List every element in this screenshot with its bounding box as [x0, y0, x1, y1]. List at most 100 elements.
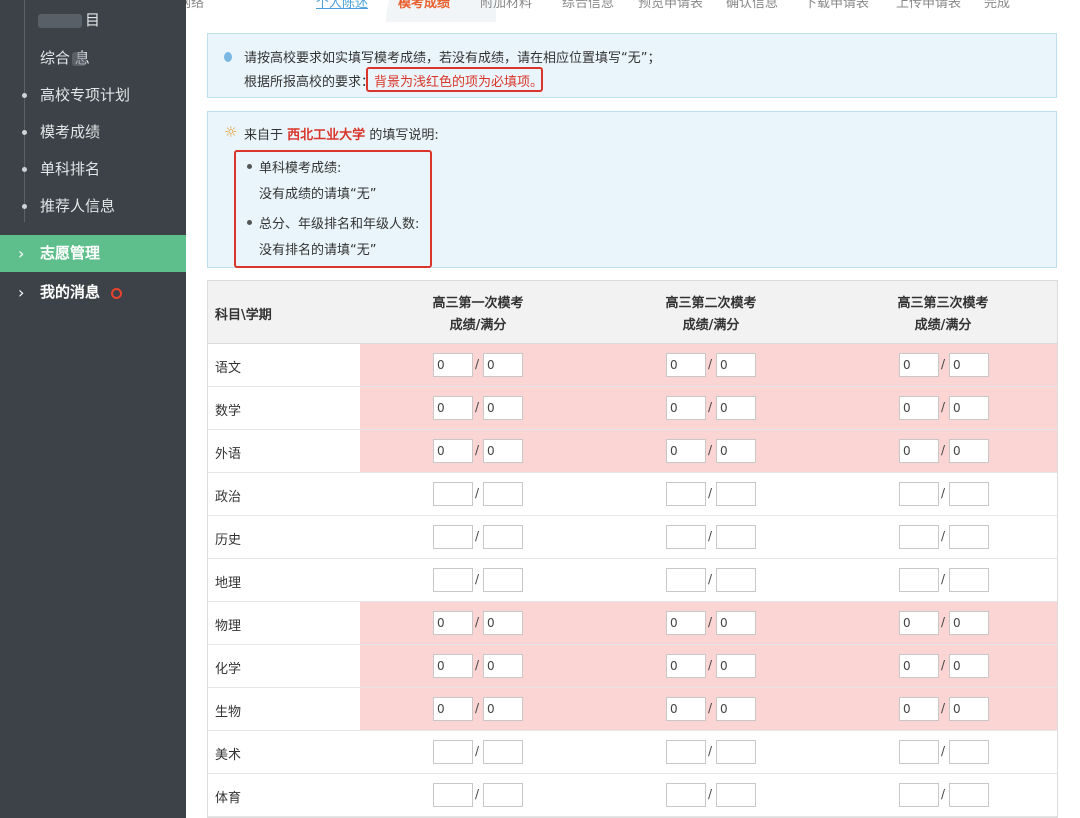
- full-score-input[interactable]: [949, 697, 989, 721]
- score-input[interactable]: [433, 783, 473, 807]
- tab-upload-application[interactable]: 上传申请表: [896, 0, 961, 11]
- score-input[interactable]: [899, 396, 939, 420]
- sidebar-item-referee-info[interactable]: 推荐人信息: [0, 188, 186, 225]
- full-score-input[interactable]: [716, 568, 756, 592]
- blurred-text-mask: [38, 14, 82, 28]
- score-input[interactable]: [666, 697, 706, 721]
- score-input[interactable]: [899, 654, 939, 678]
- score-input[interactable]: [666, 353, 706, 377]
- score-input[interactable]: [666, 482, 706, 506]
- tab-preview-application[interactable]: 预览申请表: [638, 0, 703, 11]
- full-score-input[interactable]: [949, 396, 989, 420]
- score-input[interactable]: [433, 740, 473, 764]
- score-input[interactable]: [433, 439, 473, 463]
- score-input[interactable]: [899, 568, 939, 592]
- annotation-red-box: [234, 150, 432, 268]
- tab-confirm-info[interactable]: 确认信息: [726, 0, 778, 11]
- instructions-header: 来自于 西北工业大学 的填写说明:: [244, 124, 439, 143]
- score-input[interactable]: [899, 353, 939, 377]
- full-score-input[interactable]: [483, 697, 523, 721]
- full-score-input[interactable]: [483, 525, 523, 549]
- tab-comprehensive-info[interactable]: 综合信息: [562, 0, 614, 11]
- score-input[interactable]: [433, 654, 473, 678]
- score-input[interactable]: [433, 611, 473, 635]
- sidebar-item-subject-rank[interactable]: 单科排名: [0, 151, 186, 188]
- full-score-input[interactable]: [716, 740, 756, 764]
- score-input[interactable]: [899, 611, 939, 635]
- full-score-input[interactable]: [949, 654, 989, 678]
- full-score-input[interactable]: [716, 525, 756, 549]
- subject-label: 历史: [215, 533, 242, 548]
- score-input[interactable]: [666, 396, 706, 420]
- full-score-input[interactable]: [949, 353, 989, 377]
- score-input[interactable]: [899, 482, 939, 506]
- full-score-input[interactable]: [716, 697, 756, 721]
- sidebar-sub-item-2[interactable]: 综合 息: [0, 40, 186, 77]
- table-row: 语文 / / /: [208, 344, 1057, 387]
- full-score-input[interactable]: [483, 654, 523, 678]
- score-input[interactable]: [899, 740, 939, 764]
- full-score-input[interactable]: [716, 654, 756, 678]
- full-score-input[interactable]: [716, 353, 756, 377]
- full-score-input[interactable]: [716, 482, 756, 506]
- full-score-input[interactable]: [949, 568, 989, 592]
- sidebar-item-my-messages[interactable]: › 我的消息: [0, 274, 186, 311]
- full-score-input[interactable]: [949, 439, 989, 463]
- full-score-input[interactable]: [483, 568, 523, 592]
- full-score-input[interactable]: [483, 439, 523, 463]
- full-score-input[interactable]: [483, 611, 523, 635]
- full-score-input[interactable]: [716, 396, 756, 420]
- full-score-input[interactable]: [949, 740, 989, 764]
- score-separator: /: [708, 443, 713, 457]
- subject-label: 生物: [215, 705, 242, 720]
- full-score-input[interactable]: [949, 525, 989, 549]
- sidebar-item-mock-scores[interactable]: 模考成绩: [0, 114, 186, 151]
- full-score-input[interactable]: [716, 783, 756, 807]
- score-input[interactable]: [666, 740, 706, 764]
- table-row: 美术 / / /: [208, 731, 1057, 774]
- score-input[interactable]: [433, 568, 473, 592]
- sidebar-item-volunteer-management[interactable]: › 志愿管理: [0, 235, 186, 272]
- full-score-input[interactable]: [949, 783, 989, 807]
- sidebar-sub-item-1[interactable]: 目: [0, 2, 186, 39]
- full-score-input[interactable]: [483, 482, 523, 506]
- score-separator: /: [708, 400, 713, 414]
- tab-mock-scores[interactable]: 模考成绩: [398, 0, 450, 11]
- sidebar-main-label: 志愿管理: [40, 244, 101, 262]
- score-input[interactable]: [899, 439, 939, 463]
- score-input[interactable]: [666, 654, 706, 678]
- annotation-red-box: [366, 67, 543, 92]
- full-score-input[interactable]: [949, 482, 989, 506]
- score-input[interactable]: [666, 783, 706, 807]
- full-score-input[interactable]: [483, 396, 523, 420]
- score-separator: /: [941, 529, 946, 543]
- score-input[interactable]: [666, 611, 706, 635]
- column-header-line: 高三第二次模考: [665, 296, 757, 311]
- score-input[interactable]: [433, 697, 473, 721]
- full-score-input[interactable]: [716, 611, 756, 635]
- score-input[interactable]: [433, 482, 473, 506]
- score-separator: /: [708, 658, 713, 672]
- sidebar-item-special-plan[interactable]: 高校专项计划: [0, 77, 186, 114]
- score-input[interactable]: [433, 353, 473, 377]
- score-input[interactable]: [899, 697, 939, 721]
- tab-additional-materials[interactable]: 附加材料: [480, 0, 532, 11]
- score-input[interactable]: [666, 439, 706, 463]
- full-score-input[interactable]: [483, 783, 523, 807]
- score-input[interactable]: [666, 568, 706, 592]
- score-input[interactable]: [433, 525, 473, 549]
- full-score-input[interactable]: [716, 439, 756, 463]
- tab-personal-statement[interactable]: 个人陈述: [316, 0, 368, 11]
- tab-finish[interactable]: 完成: [984, 0, 1010, 11]
- subject-label: 数学: [215, 404, 242, 419]
- table-body: 语文 / / / 数学 / / / 外语 / / / 政治 / / / 历史 / / / 地理 / / / 物理 / / / 化学 / / /…: [208, 344, 1057, 817]
- full-score-input[interactable]: [949, 611, 989, 635]
- full-score-input[interactable]: [483, 353, 523, 377]
- score-input[interactable]: [666, 525, 706, 549]
- score-input[interactable]: [433, 396, 473, 420]
- score-input[interactable]: [899, 783, 939, 807]
- full-score-input[interactable]: [483, 740, 523, 764]
- tab-download-application[interactable]: 下载申请表: [804, 0, 869, 11]
- tab-fragment[interactable]: 网络: [186, 0, 204, 11]
- score-input[interactable]: [899, 525, 939, 549]
